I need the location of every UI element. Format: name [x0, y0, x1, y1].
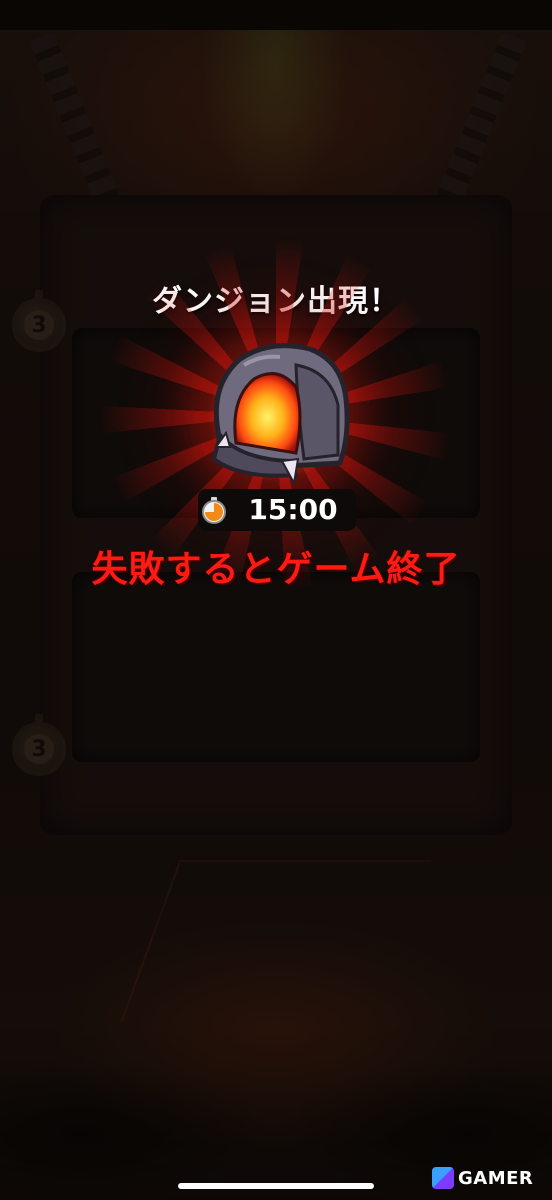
home-indicator[interactable]: [178, 1183, 374, 1189]
stopwatch-icon: [202, 497, 226, 524]
watermark: GAMER: [432, 1166, 548, 1190]
cave-dungeon-icon: [211, 343, 350, 485]
failure-warning: 失敗するとゲーム終了: [91, 549, 461, 590]
watermark-text: GAMER: [458, 1167, 534, 1189]
dim-overlay[interactable]: [0, 0, 552, 1200]
game-screen: 3 3 ダンジョン出現！ 15:00 失敗するとゲーム終了: [0, 0, 552, 1200]
gamer-logo-icon: [432, 1167, 454, 1189]
countdown-timer: 15:00: [248, 493, 338, 526]
